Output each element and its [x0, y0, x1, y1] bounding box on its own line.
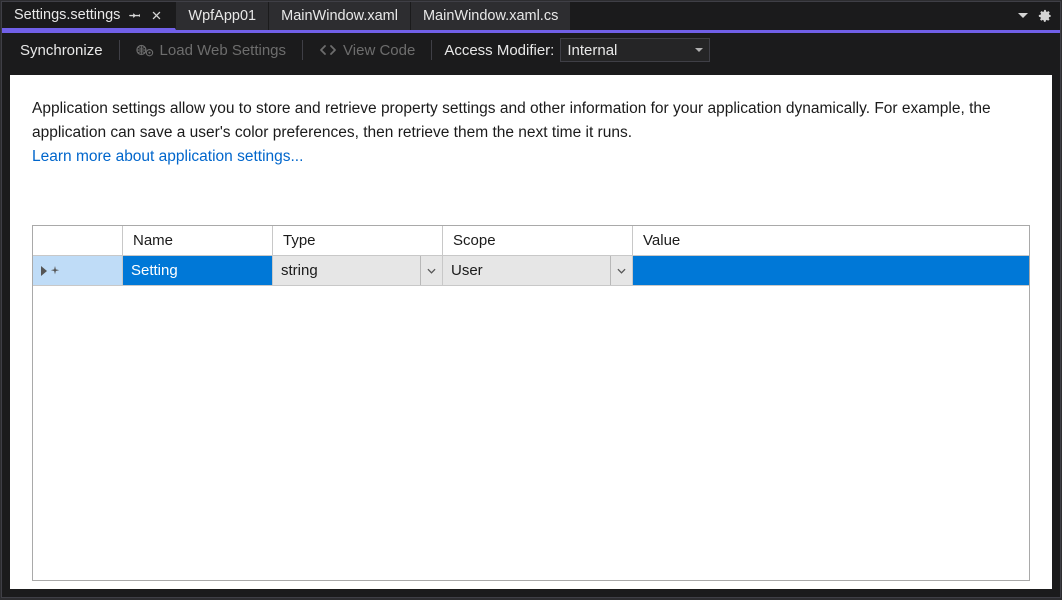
row-indicator[interactable] [33, 256, 123, 286]
new-row-star-icon [50, 266, 60, 276]
settings-designer-surface: Application settings allow you to store … [10, 75, 1052, 589]
dropdown-value: Internal [567, 42, 617, 59]
learn-more-link[interactable]: Learn more about application settings... [32, 148, 303, 165]
toolbar-separator [431, 40, 432, 60]
tab-label: Settings.settings [14, 7, 120, 23]
grid-header-name[interactable]: Name [123, 226, 273, 256]
cell-name[interactable]: Setting [123, 256, 273, 286]
load-web-settings-button: Load Web Settings [128, 40, 294, 61]
tab-label: MainWindow.xaml.cs [423, 8, 558, 24]
chevron-down-icon [695, 48, 703, 52]
web-settings-icon [136, 42, 154, 58]
scope-dropdown-button[interactable] [610, 256, 632, 285]
cell-type[interactable]: string [273, 256, 443, 286]
access-modifier-label: Access Modifier: [440, 42, 554, 59]
grid-new-row[interactable]: Setting string User [33, 256, 1029, 286]
window-options-icon[interactable] [1038, 9, 1052, 23]
cell-value[interactable] [633, 256, 1029, 286]
chevron-down-icon [427, 268, 436, 274]
chevron-down-icon [617, 268, 626, 274]
settings-toolbar: Synchronize Load Web Settings View Code … [2, 33, 1060, 67]
current-row-icon [41, 266, 49, 276]
document-tab-strip: Settings.settings WpfApp01 MainWindow.xa… [2, 2, 1060, 30]
cell-type-value: string [273, 262, 420, 279]
settings-grid: Name Type Scope Value Setting string [32, 225, 1030, 581]
grid-header-value[interactable]: Value [633, 226, 1029, 256]
cell-scope[interactable]: User [443, 256, 633, 286]
synchronize-button[interactable]: Synchronize [12, 40, 111, 61]
tab-mainwindow-xaml-cs[interactable]: MainWindow.xaml.cs [411, 2, 571, 30]
tab-settings-settings[interactable]: Settings.settings [2, 2, 176, 30]
grid-header-row: Name Type Scope Value [33, 226, 1029, 256]
pin-icon[interactable] [128, 9, 141, 22]
grid-header-type[interactable]: Type [273, 226, 443, 256]
description-text: Application settings allow you to store … [32, 97, 1012, 169]
code-icon [319, 43, 337, 57]
tab-wpfapp01[interactable]: WpfApp01 [176, 2, 269, 30]
type-dropdown-button[interactable] [420, 256, 442, 285]
overflow-dropdown-icon[interactable] [1018, 13, 1028, 19]
view-code-button: View Code [311, 40, 423, 61]
tab-label: WpfApp01 [188, 8, 256, 24]
access-modifier-dropdown[interactable]: Internal [560, 38, 710, 62]
tab-label: MainWindow.xaml [281, 8, 398, 24]
grid-empty-area [33, 286, 1029, 580]
toolbar-separator [302, 40, 303, 60]
grid-corner-header[interactable] [33, 226, 123, 256]
grid-header-scope[interactable]: Scope [443, 226, 633, 256]
toolbar-separator [119, 40, 120, 60]
cell-scope-value: User [443, 262, 610, 279]
close-icon[interactable] [149, 8, 163, 22]
tab-mainwindow-xaml[interactable]: MainWindow.xaml [269, 2, 411, 30]
